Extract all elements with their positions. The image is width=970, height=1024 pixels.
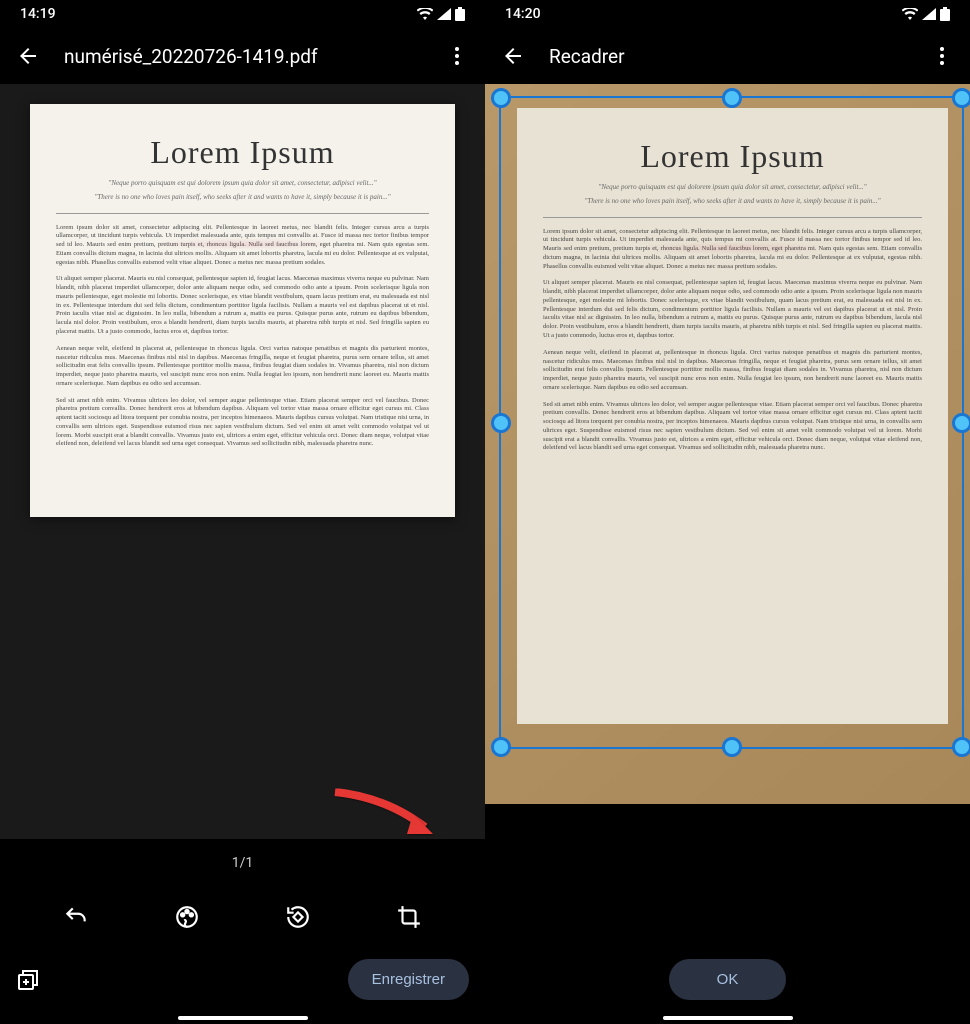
signal-icon — [922, 8, 936, 20]
undo-icon — [63, 904, 89, 930]
page-counter: 1/1 — [0, 839, 485, 887]
add-page-icon — [16, 968, 40, 992]
save-button[interactable]: Enregistrer — [348, 959, 469, 1000]
edit-toolbar — [0, 887, 485, 947]
nav-bar[interactable] — [178, 1016, 308, 1020]
rotate-button[interactable] — [284, 903, 312, 931]
scanned-page: Lorem Ipsum "Neque porro quisquam est qu… — [30, 104, 455, 517]
scan-artifact — [158, 239, 328, 249]
document-preview[interactable]: Lorem Ipsum "Neque porro quisquam est qu… — [0, 84, 485, 839]
doc-quote-2: "There is no one who loves pain itself, … — [56, 193, 429, 203]
signal-icon — [437, 8, 451, 20]
back-button[interactable] — [16, 44, 40, 68]
bottom-bar: OK — [485, 947, 970, 1024]
nav-bar[interactable] — [663, 1016, 793, 1020]
crop-handle-bc[interactable] — [722, 737, 742, 757]
crop-icon — [396, 904, 422, 930]
doc-divider — [56, 213, 429, 214]
crop-handle-tc[interactable] — [722, 88, 742, 108]
doc-title: Lorem Ipsum — [56, 134, 429, 171]
status-icons — [902, 7, 950, 21]
crop-handle-tr[interactable] — [952, 88, 970, 108]
arrow-left-icon — [501, 44, 525, 68]
color-button[interactable] — [173, 903, 201, 931]
crop-handle-br[interactable] — [952, 737, 970, 757]
arrow-left-icon — [16, 44, 40, 68]
status-icons — [417, 7, 465, 21]
bottom-bar: Enregistrer — [0, 947, 485, 1024]
battery-icon — [455, 7, 465, 21]
doc-para: Ut aliquet semper placerat. Mauris eu ni… — [56, 275, 429, 336]
more-button[interactable] — [930, 44, 954, 68]
crop-area[interactable]: Lorem Ipsum "Neque porro quisquam est qu… — [485, 84, 970, 804]
wifi-icon — [902, 8, 918, 20]
doc-body: Lorem ipsum dolor sit amet, consectetur … — [56, 224, 429, 450]
crop-handle-tl[interactable] — [491, 88, 511, 108]
crop-screen: 14:20 Recadrer Lorem Ipsum "Neque porro … — [485, 0, 970, 1024]
doc-quote-1: "Neque porro quisquam est qui dolorem ip… — [56, 179, 429, 189]
status-time: 14:20 — [505, 6, 541, 22]
add-page-button[interactable] — [16, 968, 40, 992]
status-time: 14:19 — [20, 6, 56, 22]
screen-title: Recadrer — [549, 45, 906, 68]
more-button[interactable] — [445, 44, 469, 68]
rotate-icon — [285, 904, 311, 930]
ok-button[interactable]: OK — [669, 959, 787, 1000]
scan-preview-screen: 14:19 numérisé_20220726-1419.pdf Lorem I… — [0, 0, 485, 1024]
status-bar: 14:20 — [485, 0, 970, 28]
app-bar: Recadrer — [485, 28, 970, 84]
palette-icon — [174, 904, 200, 930]
crop-frame[interactable] — [499, 96, 964, 749]
crop-handle-bl[interactable] — [491, 737, 511, 757]
status-bar: 14:19 — [0, 0, 485, 28]
more-vert-icon — [930, 44, 954, 68]
app-bar: numérisé_20220726-1419.pdf — [0, 28, 485, 84]
crop-button[interactable] — [395, 903, 423, 931]
undo-button[interactable] — [62, 903, 90, 931]
battery-icon — [940, 7, 950, 21]
file-title: numérisé_20220726-1419.pdf — [64, 45, 421, 68]
crop-handle-mr[interactable] — [952, 413, 970, 433]
crop-bottom: OK — [485, 804, 970, 1024]
back-button[interactable] — [501, 44, 525, 68]
doc-para: Sed sit amet nibh enim. Vivamus ultrices… — [56, 397, 429, 450]
crop-handle-ml[interactable] — [491, 413, 511, 433]
wifi-icon — [417, 8, 433, 20]
more-vert-icon — [445, 44, 469, 68]
doc-para: Aenean neque velit, eleifend in placerat… — [56, 345, 429, 389]
